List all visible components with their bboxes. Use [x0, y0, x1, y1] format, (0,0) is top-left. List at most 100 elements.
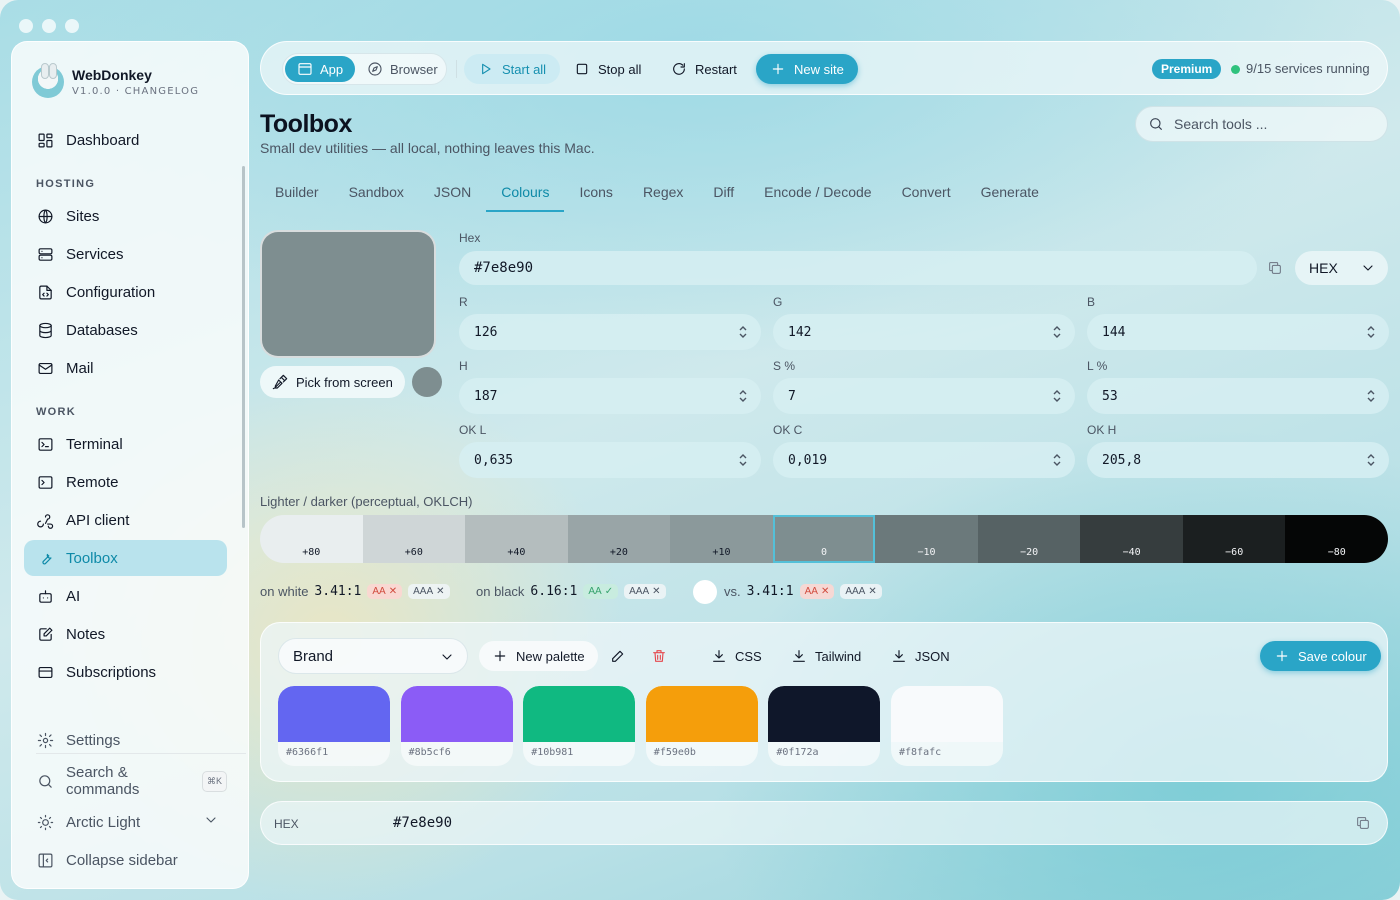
compare-colour-swatch[interactable]: [693, 580, 717, 604]
copy-icon[interactable]: [1267, 260, 1285, 278]
l-input[interactable]: 53: [1087, 378, 1389, 414]
sidebar-item-dashboard[interactable]: Dashboard: [24, 122, 227, 158]
zoom-window-button[interactable]: [65, 19, 79, 33]
save-colour-button[interactable]: Save colour: [1260, 641, 1381, 671]
tab-diff[interactable]: Diff: [698, 176, 749, 212]
window-controls: [19, 19, 79, 33]
g-input[interactable]: 142: [773, 314, 1075, 350]
tab-colours[interactable]: Colours: [486, 176, 565, 212]
brand[interactable]: WebDonkey V1.0.0 · CHANGELOG: [32, 63, 199, 98]
mode-app-button[interactable]: App: [285, 56, 356, 82]
sidebar-scrollbar[interactable]: [242, 166, 245, 528]
shade-swatch[interactable]: +10: [670, 515, 773, 563]
shade-swatch[interactable]: 0: [772, 515, 876, 563]
stepper-icon: [1053, 390, 1061, 402]
tab-regex[interactable]: Regex: [628, 176, 698, 212]
sidebar-item-sites[interactable]: Sites: [24, 198, 227, 234]
shade-swatch[interactable]: −20: [977, 515, 1081, 563]
rotate-icon: [673, 63, 685, 75]
sidebar-item-ai[interactable]: AI: [24, 578, 227, 614]
pick-label: Pick from screen: [296, 374, 393, 390]
sidebar-item-api-client[interactable]: API client: [24, 502, 227, 538]
delete-palette-button[interactable]: [651, 641, 667, 671]
shade-swatch[interactable]: +60: [362, 515, 466, 563]
okh-label: OK H: [1087, 423, 1117, 437]
rename-palette-button[interactable]: [610, 641, 626, 671]
x-icon: ✕: [652, 586, 661, 597]
tab-encode-decode[interactable]: Encode / Decode: [749, 176, 886, 212]
sidebar-item-remote[interactable]: Remote: [24, 464, 227, 500]
shade-swatch[interactable]: +20: [567, 515, 671, 563]
collapse-sidebar-button[interactable]: Collapse sidebar: [24, 842, 227, 878]
r-input[interactable]: 126: [459, 314, 761, 350]
theme-selector[interactable]: Arctic Light: [24, 804, 227, 840]
okl-value: 0,635: [474, 452, 514, 468]
shade-label: −20: [1020, 547, 1039, 558]
output-value[interactable]: #7e8e90: [393, 815, 452, 831]
palette-swatch[interactable]: #f8fafc: [891, 686, 1003, 766]
okc-input[interactable]: 0,019: [773, 442, 1075, 478]
start-all-button[interactable]: Start all: [464, 54, 561, 84]
palette-swatch[interactable]: #0f172a: [768, 686, 881, 766]
b-input[interactable]: 144: [1087, 314, 1389, 350]
restart-button[interactable]: Restart: [671, 54, 737, 84]
sidebar-item-configuration[interactable]: Configuration: [24, 274, 227, 310]
copy-icon[interactable]: [1355, 815, 1373, 833]
sidebar-item-databases[interactable]: Databases: [24, 312, 227, 348]
okh-value: 205,8: [1102, 452, 1142, 468]
tab-icons[interactable]: Icons: [564, 176, 627, 212]
okh-input[interactable]: 205,8: [1087, 442, 1389, 478]
h-input[interactable]: 187: [459, 378, 761, 414]
export-tailwind-button[interactable]: Tailwind: [791, 641, 861, 671]
mode-browser-button[interactable]: Browser: [355, 56, 450, 82]
colour-preview[interactable]: [260, 230, 436, 358]
mail-icon: [36, 359, 54, 377]
aa-fail-badge: AA ✕: [367, 584, 403, 599]
shade-swatch[interactable]: −80: [1285, 515, 1388, 563]
sidebar-item-terminal[interactable]: Terminal: [24, 426, 227, 462]
minimize-window-button[interactable]: [42, 19, 56, 33]
sidebar-item-notes[interactable]: Notes: [24, 616, 227, 652]
shade-swatch[interactable]: −10: [875, 515, 978, 563]
pick-from-screen-button[interactable]: Pick from screen: [260, 366, 405, 398]
shade-swatch[interactable]: −60: [1182, 515, 1286, 563]
gear-icon: [36, 731, 54, 749]
sidebar-item-subscriptions[interactable]: Subscriptions: [24, 654, 227, 690]
sidebar-item-services[interactable]: Services: [24, 236, 227, 272]
search-commands-button[interactable]: Search & commands ⌘K: [24, 763, 227, 799]
shade-swatch[interactable]: +40: [465, 515, 568, 563]
sidebar-item-settings[interactable]: Settings: [24, 722, 227, 758]
okl-input[interactable]: 0,635: [459, 442, 761, 478]
tab-sandbox[interactable]: Sandbox: [334, 176, 419, 212]
palette-swatch[interactable]: #8b5cf6: [400, 686, 513, 766]
close-window-button[interactable]: [19, 19, 33, 33]
palette-swatch[interactable]: #f59e0b: [645, 686, 758, 766]
s-input[interactable]: 7: [773, 378, 1075, 414]
swatch-hex: #8b5cf6: [408, 747, 451, 758]
swatch-colour: [645, 686, 758, 742]
new-palette-button[interactable]: New palette: [479, 641, 598, 671]
new-site-button[interactable]: New site: [756, 54, 858, 84]
palette-swatch[interactable]: #6366f1: [278, 686, 390, 766]
export-css-button[interactable]: CSS: [711, 641, 762, 671]
shade-swatch[interactable]: −40: [1080, 515, 1183, 563]
tab-json[interactable]: JSON: [419, 176, 486, 212]
tab-convert[interactable]: Convert: [887, 176, 966, 212]
hex-input[interactable]: #7e8e90: [459, 251, 1257, 285]
sidebar-item-toolbox[interactable]: Toolbox: [24, 540, 227, 576]
stop-all-button[interactable]: Stop all: [574, 54, 641, 84]
picked-colour-dot: [412, 367, 442, 397]
format-select[interactable]: HEX: [1295, 251, 1388, 285]
shade-label: −10: [917, 547, 936, 558]
tab-builder[interactable]: Builder: [260, 176, 334, 212]
sidebar-item-mail[interactable]: Mail: [24, 350, 227, 386]
shade-swatch[interactable]: +80: [260, 515, 363, 563]
export-json-button[interactable]: JSON: [891, 641, 950, 671]
tab-generate[interactable]: Generate: [966, 176, 1054, 212]
palette-swatch[interactable]: #10b981: [523, 686, 636, 766]
version-changelog-link[interactable]: V1.0.0 · CHANGELOG: [72, 86, 199, 97]
sun-icon: [36, 813, 54, 831]
search-tools-input[interactable]: [1174, 116, 1374, 132]
palette-name: Brand: [293, 647, 334, 665]
palette-select[interactable]: Brand: [278, 638, 468, 674]
